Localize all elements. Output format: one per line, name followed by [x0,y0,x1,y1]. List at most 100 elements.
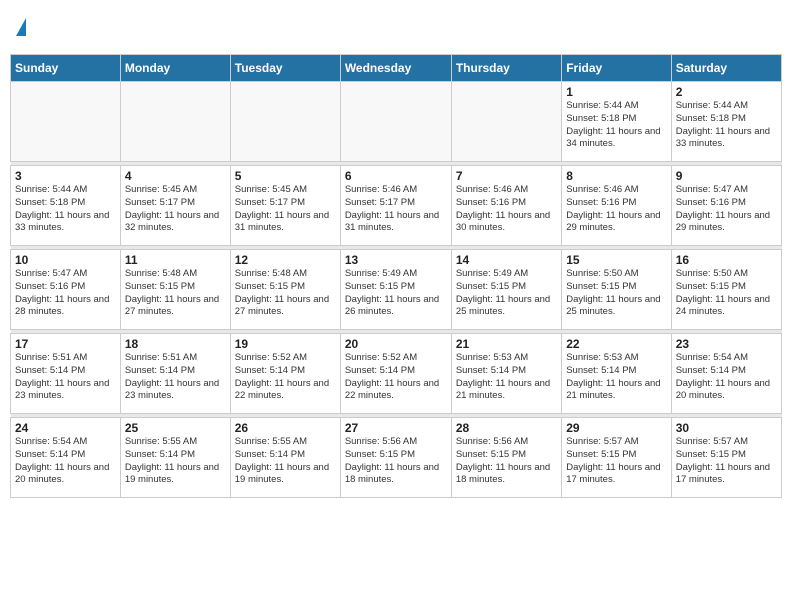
calendar-week-row: 24Sunrise: 5:54 AM Sunset: 5:14 PM Dayli… [11,418,782,498]
calendar-week-row: 17Sunrise: 5:51 AM Sunset: 5:14 PM Dayli… [11,334,782,414]
calendar-week-row: 1Sunrise: 5:44 AM Sunset: 5:18 PM Daylig… [11,82,782,162]
day-info: Sunrise: 5:56 AM Sunset: 5:15 PM Dayligh… [345,436,447,487]
day-number: 12 [235,253,336,267]
calendar-cell: 23Sunrise: 5:54 AM Sunset: 5:14 PM Dayli… [671,334,781,414]
calendar-table: SundayMondayTuesdayWednesdayThursdayFrid… [10,54,782,498]
day-info: Sunrise: 5:49 AM Sunset: 5:15 PM Dayligh… [345,268,447,319]
day-number: 27 [345,421,447,435]
calendar-cell: 2Sunrise: 5:44 AM Sunset: 5:18 PM Daylig… [671,82,781,162]
calendar-cell [11,82,121,162]
calendar-week-row: 10Sunrise: 5:47 AM Sunset: 5:16 PM Dayli… [11,250,782,330]
calendar-cell: 13Sunrise: 5:49 AM Sunset: 5:15 PM Dayli… [340,250,451,330]
calendar-cell: 28Sunrise: 5:56 AM Sunset: 5:15 PM Dayli… [451,418,561,498]
day-number: 4 [125,169,226,183]
day-info: Sunrise: 5:50 AM Sunset: 5:15 PM Dayligh… [676,268,777,319]
calendar-cell: 20Sunrise: 5:52 AM Sunset: 5:14 PM Dayli… [340,334,451,414]
day-info: Sunrise: 5:48 AM Sunset: 5:15 PM Dayligh… [235,268,336,319]
day-info: Sunrise: 5:46 AM Sunset: 5:16 PM Dayligh… [456,184,557,235]
day-number: 2 [676,85,777,99]
day-info: Sunrise: 5:50 AM Sunset: 5:15 PM Dayligh… [566,268,666,319]
weekday-header-wednesday: Wednesday [340,55,451,82]
day-info: Sunrise: 5:53 AM Sunset: 5:14 PM Dayligh… [566,352,666,403]
calendar-cell: 21Sunrise: 5:53 AM Sunset: 5:14 PM Dayli… [451,334,561,414]
calendar-cell [340,82,451,162]
calendar-cell: 4Sunrise: 5:45 AM Sunset: 5:17 PM Daylig… [120,166,230,246]
calendar-week-row: 3Sunrise: 5:44 AM Sunset: 5:18 PM Daylig… [11,166,782,246]
day-number: 1 [566,85,666,99]
calendar-header-row: SundayMondayTuesdayWednesdayThursdayFrid… [11,55,782,82]
calendar-cell [120,82,230,162]
calendar-cell: 5Sunrise: 5:45 AM Sunset: 5:17 PM Daylig… [230,166,340,246]
day-info: Sunrise: 5:52 AM Sunset: 5:14 PM Dayligh… [345,352,447,403]
calendar-cell: 7Sunrise: 5:46 AM Sunset: 5:16 PM Daylig… [451,166,561,246]
page-header [10,10,782,46]
day-info: Sunrise: 5:46 AM Sunset: 5:16 PM Dayligh… [566,184,666,235]
calendar-cell: 15Sunrise: 5:50 AM Sunset: 5:15 PM Dayli… [562,250,671,330]
calendar-cell: 29Sunrise: 5:57 AM Sunset: 5:15 PM Dayli… [562,418,671,498]
day-info: Sunrise: 5:57 AM Sunset: 5:15 PM Dayligh… [566,436,666,487]
day-number: 7 [456,169,557,183]
day-number: 29 [566,421,666,435]
day-number: 20 [345,337,447,351]
day-number: 14 [456,253,557,267]
day-number: 28 [456,421,557,435]
logo [14,18,26,38]
day-info: Sunrise: 5:44 AM Sunset: 5:18 PM Dayligh… [566,100,666,151]
weekday-header-tuesday: Tuesday [230,55,340,82]
calendar-cell: 30Sunrise: 5:57 AM Sunset: 5:15 PM Dayli… [671,418,781,498]
day-number: 24 [15,421,116,435]
day-number: 23 [676,337,777,351]
day-number: 5 [235,169,336,183]
weekday-header-friday: Friday [562,55,671,82]
day-info: Sunrise: 5:45 AM Sunset: 5:17 PM Dayligh… [235,184,336,235]
calendar-cell: 10Sunrise: 5:47 AM Sunset: 5:16 PM Dayli… [11,250,121,330]
day-info: Sunrise: 5:53 AM Sunset: 5:14 PM Dayligh… [456,352,557,403]
day-number: 25 [125,421,226,435]
day-number: 18 [125,337,226,351]
day-info: Sunrise: 5:44 AM Sunset: 5:18 PM Dayligh… [15,184,116,235]
calendar-cell: 25Sunrise: 5:55 AM Sunset: 5:14 PM Dayli… [120,418,230,498]
day-number: 30 [676,421,777,435]
day-info: Sunrise: 5:46 AM Sunset: 5:17 PM Dayligh… [345,184,447,235]
day-info: Sunrise: 5:48 AM Sunset: 5:15 PM Dayligh… [125,268,226,319]
day-info: Sunrise: 5:55 AM Sunset: 5:14 PM Dayligh… [235,436,336,487]
day-info: Sunrise: 5:54 AM Sunset: 5:14 PM Dayligh… [15,436,116,487]
weekday-header-sunday: Sunday [11,55,121,82]
day-info: Sunrise: 5:57 AM Sunset: 5:15 PM Dayligh… [676,436,777,487]
calendar-cell: 26Sunrise: 5:55 AM Sunset: 5:14 PM Dayli… [230,418,340,498]
calendar-cell: 16Sunrise: 5:50 AM Sunset: 5:15 PM Dayli… [671,250,781,330]
day-info: Sunrise: 5:47 AM Sunset: 5:16 PM Dayligh… [15,268,116,319]
calendar-cell: 19Sunrise: 5:52 AM Sunset: 5:14 PM Dayli… [230,334,340,414]
calendar-cell: 11Sunrise: 5:48 AM Sunset: 5:15 PM Dayli… [120,250,230,330]
day-number: 26 [235,421,336,435]
calendar-cell: 27Sunrise: 5:56 AM Sunset: 5:15 PM Dayli… [340,418,451,498]
weekday-header-thursday: Thursday [451,55,561,82]
calendar-cell: 9Sunrise: 5:47 AM Sunset: 5:16 PM Daylig… [671,166,781,246]
calendar-cell: 17Sunrise: 5:51 AM Sunset: 5:14 PM Dayli… [11,334,121,414]
day-number: 13 [345,253,447,267]
day-number: 21 [456,337,557,351]
calendar-cell: 8Sunrise: 5:46 AM Sunset: 5:16 PM Daylig… [562,166,671,246]
weekday-header-saturday: Saturday [671,55,781,82]
day-number: 19 [235,337,336,351]
day-number: 10 [15,253,116,267]
day-info: Sunrise: 5:51 AM Sunset: 5:14 PM Dayligh… [15,352,116,403]
calendar-cell: 12Sunrise: 5:48 AM Sunset: 5:15 PM Dayli… [230,250,340,330]
day-number: 8 [566,169,666,183]
day-info: Sunrise: 5:51 AM Sunset: 5:14 PM Dayligh… [125,352,226,403]
logo-triangle-icon [16,18,26,36]
day-info: Sunrise: 5:49 AM Sunset: 5:15 PM Dayligh… [456,268,557,319]
day-number: 16 [676,253,777,267]
day-info: Sunrise: 5:52 AM Sunset: 5:14 PM Dayligh… [235,352,336,403]
weekday-header-monday: Monday [120,55,230,82]
calendar-cell: 6Sunrise: 5:46 AM Sunset: 5:17 PM Daylig… [340,166,451,246]
calendar-cell: 1Sunrise: 5:44 AM Sunset: 5:18 PM Daylig… [562,82,671,162]
calendar-cell: 22Sunrise: 5:53 AM Sunset: 5:14 PM Dayli… [562,334,671,414]
day-number: 6 [345,169,447,183]
day-info: Sunrise: 5:45 AM Sunset: 5:17 PM Dayligh… [125,184,226,235]
day-number: 22 [566,337,666,351]
calendar-cell: 14Sunrise: 5:49 AM Sunset: 5:15 PM Dayli… [451,250,561,330]
day-info: Sunrise: 5:56 AM Sunset: 5:15 PM Dayligh… [456,436,557,487]
day-info: Sunrise: 5:44 AM Sunset: 5:18 PM Dayligh… [676,100,777,151]
calendar-cell [230,82,340,162]
